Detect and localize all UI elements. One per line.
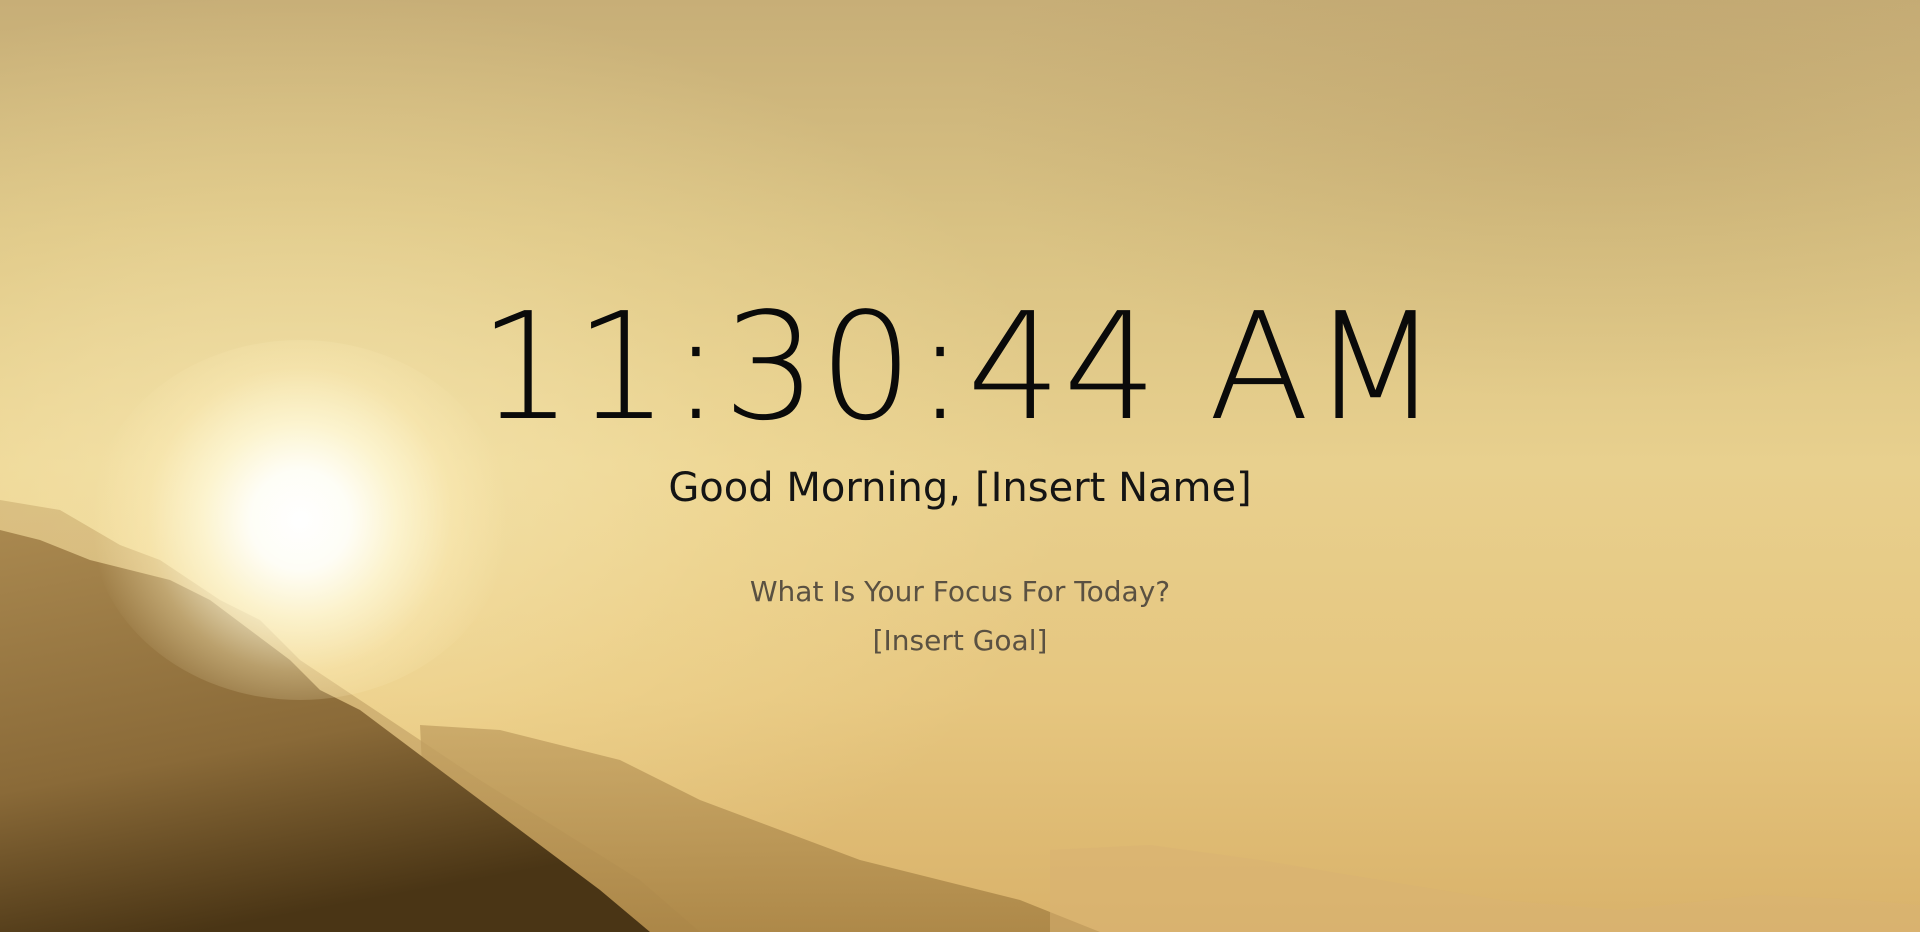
goal-input[interactable]: [Insert Goal] (0, 621, 1920, 661)
focus-question: What Is Your Focus For Today? (749, 575, 1171, 608)
greeting: Good Morning, [Insert Name] (0, 463, 1920, 513)
greeting-salutation: Good Morning, (668, 465, 962, 511)
user-name[interactable]: [Insert Name] (975, 465, 1252, 511)
clock-time: 11:30:44 AM (478, 281, 1442, 453)
